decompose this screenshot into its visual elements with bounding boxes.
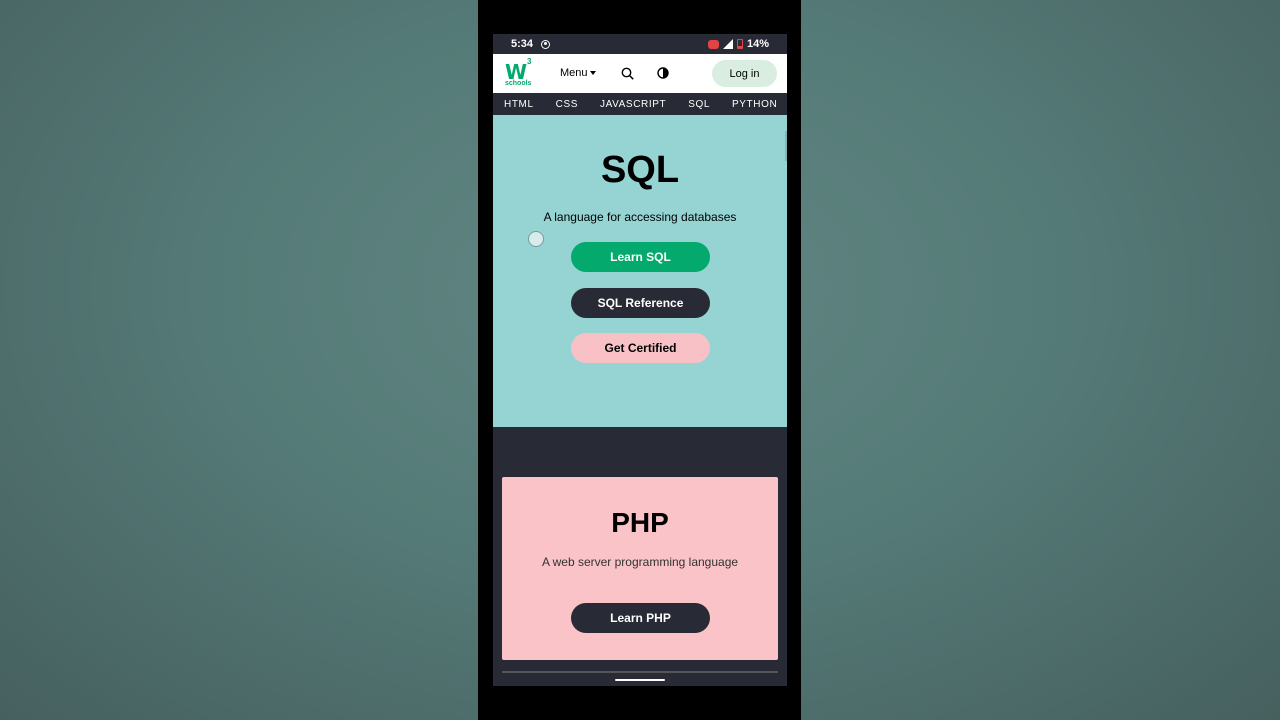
- top-navigation: W 3 schools Menu Log in: [493, 54, 787, 93]
- logo-text: schools: [505, 80, 532, 87]
- caret-down-icon: [589, 71, 596, 75]
- screen-record-icon: [541, 39, 551, 49]
- login-button[interactable]: Log in: [712, 60, 777, 87]
- theme-toggle-icon[interactable]: [657, 67, 669, 79]
- search-icon[interactable]: [621, 67, 634, 80]
- learn-sql-button[interactable]: Learn SQL: [571, 242, 710, 272]
- w3schools-logo[interactable]: W 3 schools: [505, 57, 535, 88]
- logo-superscript: 3: [527, 57, 532, 66]
- battery-icon: [736, 39, 743, 49]
- subnav-item-css[interactable]: CSS: [556, 99, 578, 110]
- language-subnav: HTML CSS JAVASCRIPT SQL PYTHON JA: [493, 93, 787, 115]
- subnav-item-html[interactable]: HTML: [504, 99, 534, 110]
- subnav-item-sql[interactable]: SQL: [688, 99, 710, 110]
- recording-icon: [707, 39, 719, 49]
- status-time: 5:34: [511, 38, 534, 50]
- battery-level: 14%: [746, 38, 769, 50]
- sql-section: SQL A language for accessing databases L…: [493, 115, 787, 427]
- subnav-item-javascript[interactable]: JAVASCRIPT: [600, 99, 666, 110]
- next-card-edge: [502, 671, 778, 673]
- status-bar: 5:34 14%: [493, 34, 787, 54]
- menu-button[interactable]: Menu: [560, 67, 596, 79]
- phone-screen: 5:34 14% W 3 schools Menu Log in HTML CS…: [493, 34, 787, 686]
- get-certified-button[interactable]: Get Certified: [571, 333, 710, 363]
- sql-reference-button[interactable]: SQL Reference: [571, 288, 710, 318]
- sql-subtitle: A language for accessing databases: [543, 210, 737, 224]
- learn-php-button[interactable]: Learn PHP: [571, 603, 710, 633]
- subnav-item-python[interactable]: PYTHON: [732, 99, 777, 110]
- touch-indicator: [528, 231, 544, 247]
- sql-title: SQL: [600, 149, 680, 191]
- php-subtitle: A web server programming language: [541, 555, 739, 569]
- phone-frame: 5:34 14% W 3 schools Menu Log in HTML CS…: [478, 0, 801, 720]
- php-card: PHP A web server programming language Le…: [502, 477, 778, 660]
- menu-label: Menu: [560, 67, 588, 79]
- signal-icon: [722, 39, 733, 49]
- php-title: PHP: [611, 507, 669, 538]
- home-indicator[interactable]: [615, 679, 665, 681]
